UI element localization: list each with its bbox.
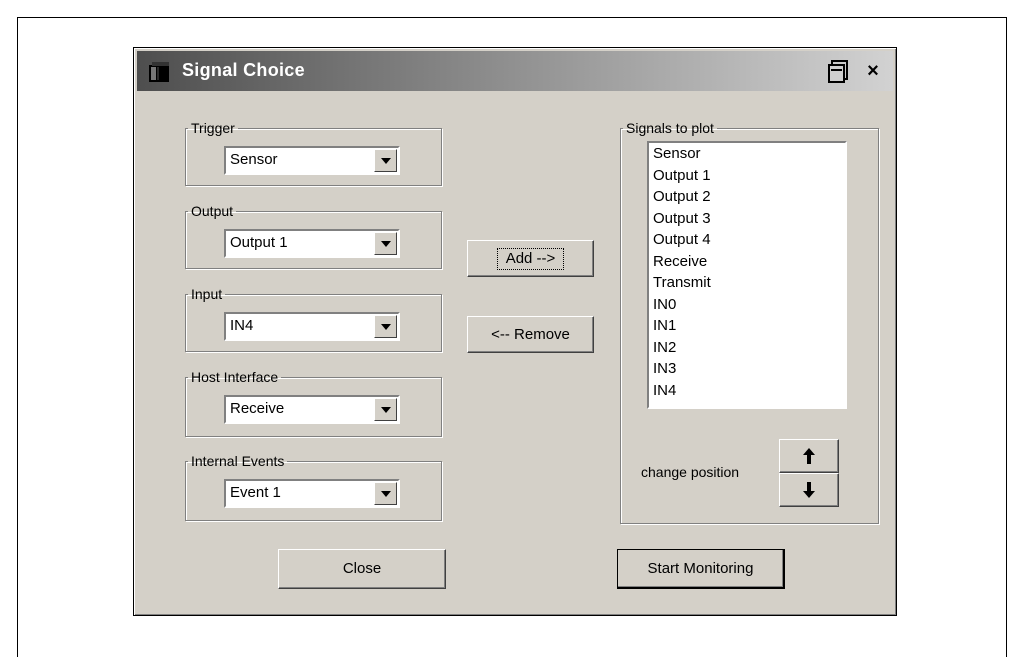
list-item[interactable]: IN2 [653, 339, 676, 357]
output-combobox[interactable]: Output 1 [223, 228, 401, 259]
remove-button-label: <-- Remove [491, 326, 570, 343]
trigger-combobox[interactable]: Sensor [223, 145, 401, 176]
chevron-down-icon[interactable] [374, 149, 397, 172]
close-icon[interactable]: × [860, 58, 886, 84]
list-item[interactable]: Sensor [653, 145, 701, 163]
restore-icon[interactable] [827, 58, 851, 84]
input-legend: Input [191, 286, 223, 302]
chevron-down-icon[interactable] [374, 482, 397, 505]
signal-choice-dialog: Signal Choice × Trigger Sensor Output Ou… [133, 47, 897, 616]
chevron-down-icon[interactable] [374, 232, 397, 255]
trigger-legend: Trigger [191, 120, 235, 136]
close-button[interactable]: Close [278, 549, 446, 589]
output-value: Output 1 [230, 234, 288, 251]
host-interface-legend: Host Interface [191, 369, 279, 385]
list-item[interactable]: IN3 [653, 360, 676, 378]
internal-events-legend: Internal Events [191, 453, 285, 469]
down-arrow-icon [803, 482, 815, 498]
input-value: IN4 [230, 317, 254, 334]
list-item[interactable]: Output 4 [653, 231, 711, 249]
window-title: Signal Choice [182, 60, 305, 80]
output-legend: Output [191, 203, 234, 219]
start-monitoring-button-label: Start Monitoring [647, 560, 754, 577]
close-button-label: Close [342, 560, 382, 577]
remove-button[interactable]: <-- Remove [467, 316, 594, 353]
list-item[interactable]: Transmit [653, 274, 711, 292]
input-combobox[interactable]: IN4 [223, 311, 401, 342]
title-bar[interactable]: Signal Choice × [137, 51, 893, 91]
change-position-label: change position [641, 464, 740, 480]
list-item[interactable]: Output 2 [653, 188, 711, 206]
list-item[interactable]: IN4 [653, 382, 676, 400]
signals-list[interactable]: Sensor Output 1 Output 2 Output 3 Output 4 Re… [646, 140, 848, 410]
host-interface-value: Receive [230, 400, 285, 417]
move-down-button[interactable] [779, 473, 839, 507]
list-item[interactable]: Output 1 [653, 167, 711, 185]
list-item[interactable]: Receive [653, 253, 707, 271]
app-icon [149, 62, 169, 82]
list-item[interactable]: IN1 [653, 317, 676, 335]
internal-events-value: Event 1 [230, 484, 281, 501]
start-monitoring-button[interactable]: Start Monitoring [617, 549, 785, 589]
chevron-down-icon[interactable] [374, 315, 397, 338]
list-item[interactable]: IN0 [653, 296, 676, 314]
trigger-value: Sensor [230, 151, 278, 168]
chevron-down-icon[interactable] [374, 398, 397, 421]
host-interface-combobox[interactable]: Receive [223, 394, 401, 425]
internal-events-combobox[interactable]: Event 1 [223, 478, 401, 509]
up-arrow-icon [803, 448, 815, 464]
move-up-button[interactable] [779, 439, 839, 473]
list-item[interactable]: Output 3 [653, 210, 711, 228]
add-button[interactable]: Add --> [467, 240, 594, 277]
signals-to-plot-legend: Signals to plot [626, 120, 714, 136]
add-button-label: Add --> [496, 248, 565, 270]
